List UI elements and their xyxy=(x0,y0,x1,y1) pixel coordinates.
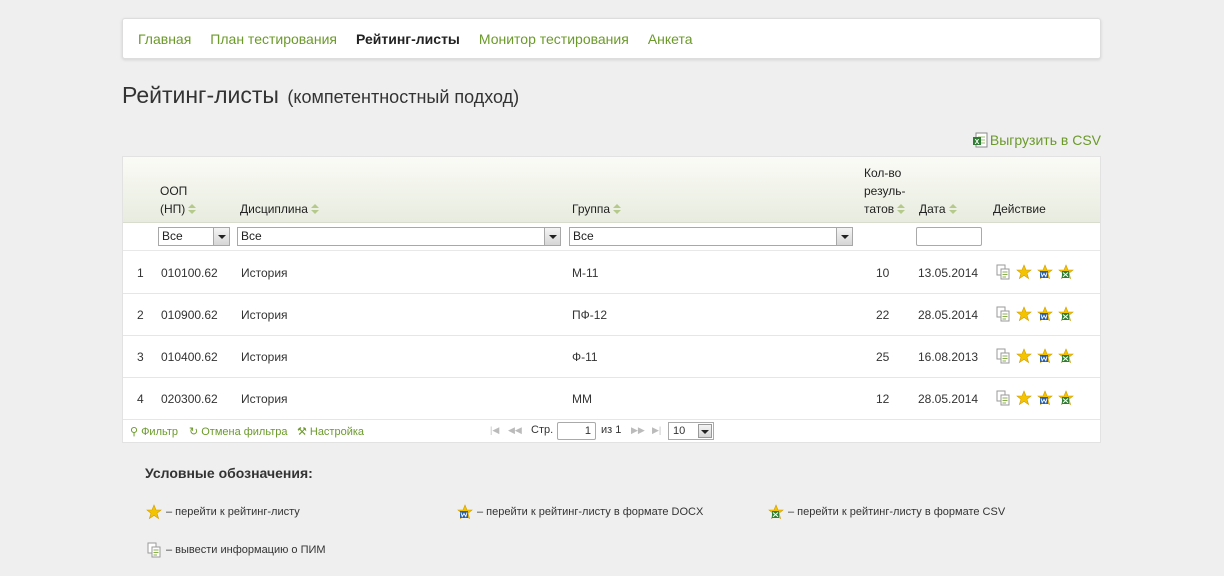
pim-info-icon[interactable] xyxy=(995,306,1011,322)
last-page-icon[interactable]: ▶| xyxy=(652,425,661,436)
star-icon xyxy=(146,504,162,520)
grid-header: ООП (НП) Дисциплина Группа Кол-во резуль… xyxy=(123,157,1100,223)
header-group[interactable]: Группа xyxy=(572,200,622,218)
star-csv-icon[interactable] xyxy=(1058,306,1074,322)
nav-test-monitor[interactable]: Монитор тестирования xyxy=(479,31,629,47)
star-docx-icon[interactable] xyxy=(1037,264,1053,280)
star-docx-icon[interactable] xyxy=(1037,348,1053,364)
chevron-down-icon xyxy=(544,228,560,245)
filter-group-select[interactable]: Все xyxy=(569,227,853,246)
star-csv-icon xyxy=(768,504,784,520)
header-count[interactable]: Кол-во резуль- татов xyxy=(864,164,905,218)
star-icon[interactable] xyxy=(1016,306,1032,322)
filter-row: Все Все Все xyxy=(123,223,1100,251)
refresh-icon: ↻ xyxy=(189,426,199,438)
filter-date-input[interactable] xyxy=(916,227,982,246)
star-csv-icon[interactable] xyxy=(1058,264,1074,280)
rows-per-page-select[interactable]: 10 xyxy=(668,422,714,440)
next-page-icon[interactable]: ▶▶ xyxy=(631,425,645,436)
star-icon[interactable] xyxy=(1016,348,1032,364)
star-docx-icon[interactable] xyxy=(1037,306,1053,322)
sort-icon xyxy=(188,204,197,214)
grid-pager: ⚲ Фильтр ↻ Отмена фильтра ⚒ Настройка |◀… xyxy=(123,419,1100,443)
star-docx-icon[interactable] xyxy=(1037,390,1053,406)
nav-home[interactable]: Главная xyxy=(138,31,191,47)
filter-button[interactable]: ⚲ Фильтр xyxy=(130,425,178,439)
table-row: 3 010400.62 История Ф-11 25 16.08.2013 xyxy=(123,336,1100,378)
legend-csv: – перейти к рейтинг-листу в формате CSV xyxy=(768,504,1005,520)
page-label: Стр. xyxy=(531,424,554,436)
header-action: Действие xyxy=(993,202,1046,216)
nav-questionnaire[interactable]: Анкета xyxy=(648,31,693,47)
row-actions xyxy=(995,264,1079,280)
chevron-down-icon xyxy=(213,228,229,245)
page-title: Рейтинг-листы (компетентностный подход) xyxy=(122,82,519,109)
star-icon[interactable] xyxy=(1016,390,1032,406)
page-title-main: Рейтинг-листы xyxy=(122,82,279,108)
star-csv-icon[interactable] xyxy=(1058,348,1074,364)
header-date[interactable]: Дата xyxy=(919,200,957,218)
first-page-icon[interactable]: |◀ xyxy=(490,425,499,436)
header-discipline[interactable]: Дисциплина xyxy=(240,200,319,218)
page-count-label: из 1 xyxy=(601,424,622,436)
table-row: 4 020300.62 История ММ 12 28.05.2014 xyxy=(123,378,1100,420)
pim-info-icon[interactable] xyxy=(995,348,1011,364)
search-icon: ⚲ xyxy=(130,426,139,438)
chevron-down-icon xyxy=(836,228,852,245)
row-actions xyxy=(995,306,1079,322)
sort-icon xyxy=(897,204,906,214)
chevron-down-icon xyxy=(698,424,712,438)
settings-button[interactable]: ⚒ Настройка xyxy=(297,425,364,439)
table-row: 1 010100.62 История М-11 10 13.05.2014 xyxy=(123,252,1100,294)
star-icon[interactable] xyxy=(1016,264,1032,280)
cancel-filter-button[interactable]: ↻ Отмена фильтра xyxy=(189,425,288,439)
star-csv-icon[interactable] xyxy=(1058,390,1074,406)
svg-text:X: X xyxy=(975,139,980,146)
star-docx-icon xyxy=(457,504,473,520)
prev-page-icon[interactable]: ◀◀ xyxy=(508,425,522,436)
legend-pim: – вывести информацию о ПИМ xyxy=(146,542,326,558)
legend-title: Условные обозначения: xyxy=(145,465,313,481)
row-actions xyxy=(995,348,1079,364)
pim-info-icon xyxy=(146,542,162,558)
nav-rating-lists[interactable]: Рейтинг-листы xyxy=(356,31,460,47)
page-title-sub: (компетентностный подход) xyxy=(287,87,520,107)
page-number-input[interactable]: 1 xyxy=(557,422,596,440)
pim-info-icon[interactable] xyxy=(995,264,1011,280)
legend-star: – перейти к рейтинг-листу xyxy=(146,504,300,520)
table-row: 2 010900.62 История ПФ-12 22 28.05.2014 xyxy=(123,294,1100,336)
excel-icon: X xyxy=(972,132,988,148)
pim-info-icon[interactable] xyxy=(995,390,1011,406)
sort-icon xyxy=(613,204,622,214)
wrench-icon: ⚒ xyxy=(297,426,307,438)
row-actions xyxy=(995,390,1079,406)
export-csv-link[interactable]: X Выгрузить в CSV xyxy=(972,132,1101,148)
export-csv-label: Выгрузить в CSV xyxy=(989,132,1101,148)
filter-oop-select[interactable]: Все xyxy=(158,227,230,246)
filter-discipline-select[interactable]: Все xyxy=(237,227,561,246)
sort-icon xyxy=(310,204,319,214)
legend-docx: – перейти к рейтинг-листу в формате DOCX xyxy=(457,504,703,520)
sort-icon xyxy=(948,204,957,214)
header-oop[interactable]: ООП (НП) xyxy=(160,182,197,218)
rating-grid: ООП (НП) Дисциплина Группа Кол-во резуль… xyxy=(122,156,1101,443)
nav-test-plan[interactable]: План тестирования xyxy=(210,31,337,47)
top-navigation: Главная План тестирования Рейтинг-листы … xyxy=(122,18,1101,59)
